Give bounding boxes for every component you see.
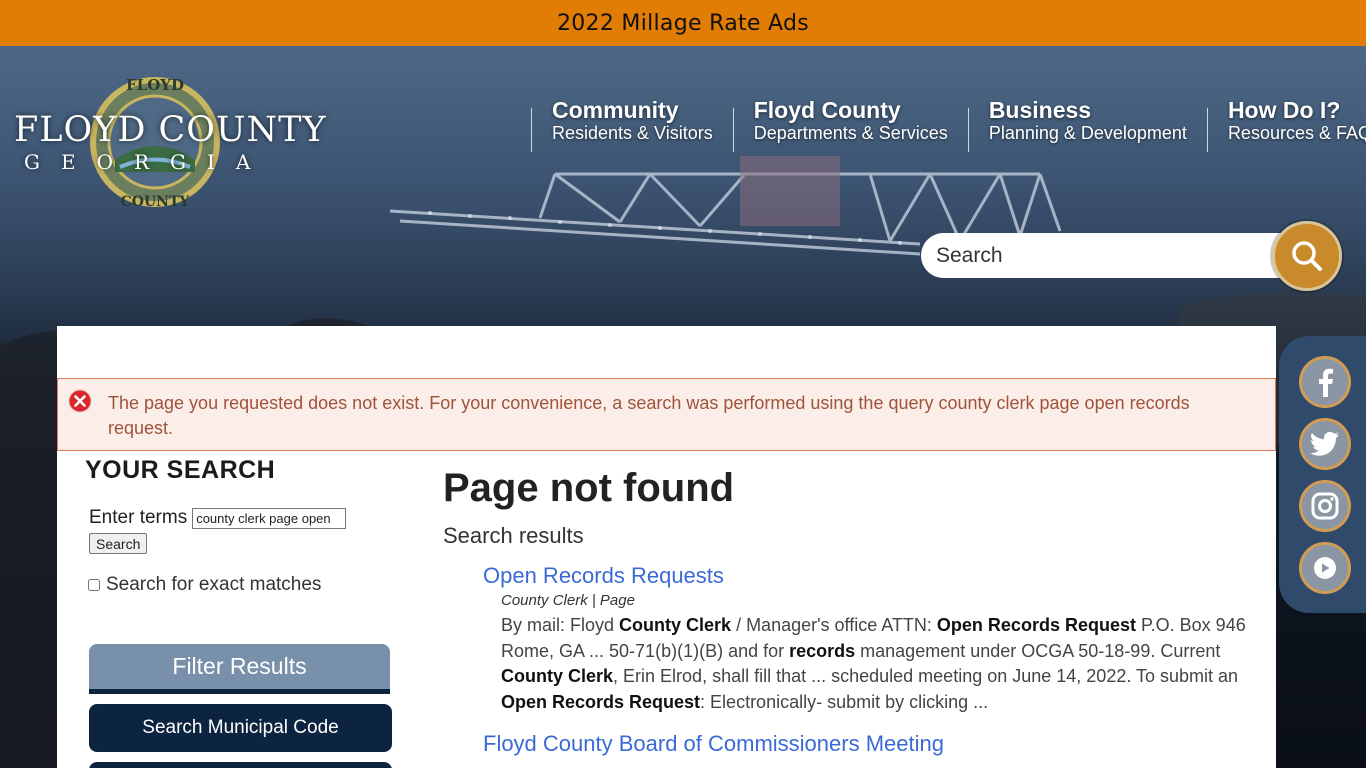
search-button[interactable]: Search	[89, 533, 148, 554]
result-link[interactable]: Floyd County Board of Commissioners Meet…	[483, 731, 944, 756]
search-municipal-code-button[interactable]: Search Municipal Code	[89, 704, 392, 752]
seal-top-text: FLOYD	[126, 76, 184, 94]
search-results-area: Page not found Search results Open Recor…	[443, 466, 1263, 757]
social-media-bar	[1279, 336, 1366, 613]
nav-subtitle: Residents & Visitors	[552, 123, 713, 143]
nav-community[interactable]: Community Residents & Visitors	[531, 98, 733, 152]
twitter-button[interactable]	[1299, 418, 1351, 470]
main-navigation: Community Residents & Visitors Floyd Cou…	[531, 98, 1366, 152]
youtube-icon	[1314, 557, 1336, 579]
site-search-button[interactable]	[1272, 221, 1342, 291]
exact-match-label: Search for exact matches	[106, 574, 322, 595]
search-sidebar: YOUR SEARCH Enter terms Search Search fo…	[85, 456, 395, 596]
nav-subtitle: Resources & FAQs	[1227, 123, 1366, 143]
seal-bottom-text: COUNTY	[121, 194, 191, 210]
logo-subtitle: GEORGIA	[24, 150, 272, 174]
exact-match-checkbox[interactable]	[88, 579, 100, 591]
result-link[interactable]: Open Records Requests	[483, 563, 724, 588]
list-item: Open Records Requests County Clerk | Pag…	[483, 563, 1263, 715]
floyd-county-logo[interactable]: FLOYD COUNTY FLOYD COUNTY GEORGIA	[14, 72, 327, 212]
top-banner: 2022 Millage Rate Ads	[0, 0, 1366, 46]
search-icon	[1292, 241, 1322, 271]
nav-business[interactable]: Business Planning & Development	[967, 98, 1207, 152]
search-results-label: Search results	[443, 523, 584, 548]
facebook-button[interactable]	[1299, 356, 1351, 408]
nav-title: How Do I?	[1227, 97, 1341, 123]
nav-title: Community	[552, 97, 679, 123]
content-card: The page you requested does not exist. F…	[57, 326, 1276, 768]
youtube-button[interactable]	[1299, 542, 1351, 594]
nav-title: Business	[988, 97, 1092, 123]
your-search-heading: YOUR SEARCH	[85, 456, 276, 484]
page-title: Page not found	[443, 466, 735, 510]
instagram-icon	[1311, 492, 1339, 520]
filter-results-header[interactable]: Filter Results	[89, 644, 390, 694]
next-filter-button[interactable]	[89, 762, 392, 768]
error-alert: The page you requested does not exist. F…	[57, 378, 1276, 451]
millage-rate-ads-link[interactable]: 2022 Millage Rate Ads	[557, 11, 809, 36]
site-search-box	[921, 233, 1301, 278]
logo-name: FLOYD COUNTY	[14, 110, 327, 150]
facebook-icon	[1319, 368, 1333, 397]
nav-how-do-i[interactable]: How Do I? Resources & FAQs	[1206, 98, 1366, 152]
nav-floyd-county[interactable]: Floyd County Departments & Services	[732, 98, 968, 152]
search-terms-input[interactable]	[192, 507, 347, 529]
nav-title: Floyd County	[753, 97, 901, 123]
result-meta: County Clerk | Page	[501, 592, 635, 609]
error-message: The page you requested does not exist. F…	[108, 393, 1190, 438]
nav-subtitle: Planning & Development	[988, 123, 1187, 143]
enter-terms-label: Enter terms	[89, 507, 188, 528]
site-search-input[interactable]	[921, 233, 1261, 278]
nav-subtitle: Departments & Services	[753, 123, 948, 143]
result-snippet: By mail: Floyd County Clerk / Manager's …	[501, 615, 1246, 712]
list-item: Floyd County Board of Commissioners Meet…	[483, 731, 1263, 757]
error-icon	[68, 389, 92, 413]
instagram-button[interactable]	[1299, 480, 1351, 532]
twitter-icon	[1310, 431, 1339, 456]
